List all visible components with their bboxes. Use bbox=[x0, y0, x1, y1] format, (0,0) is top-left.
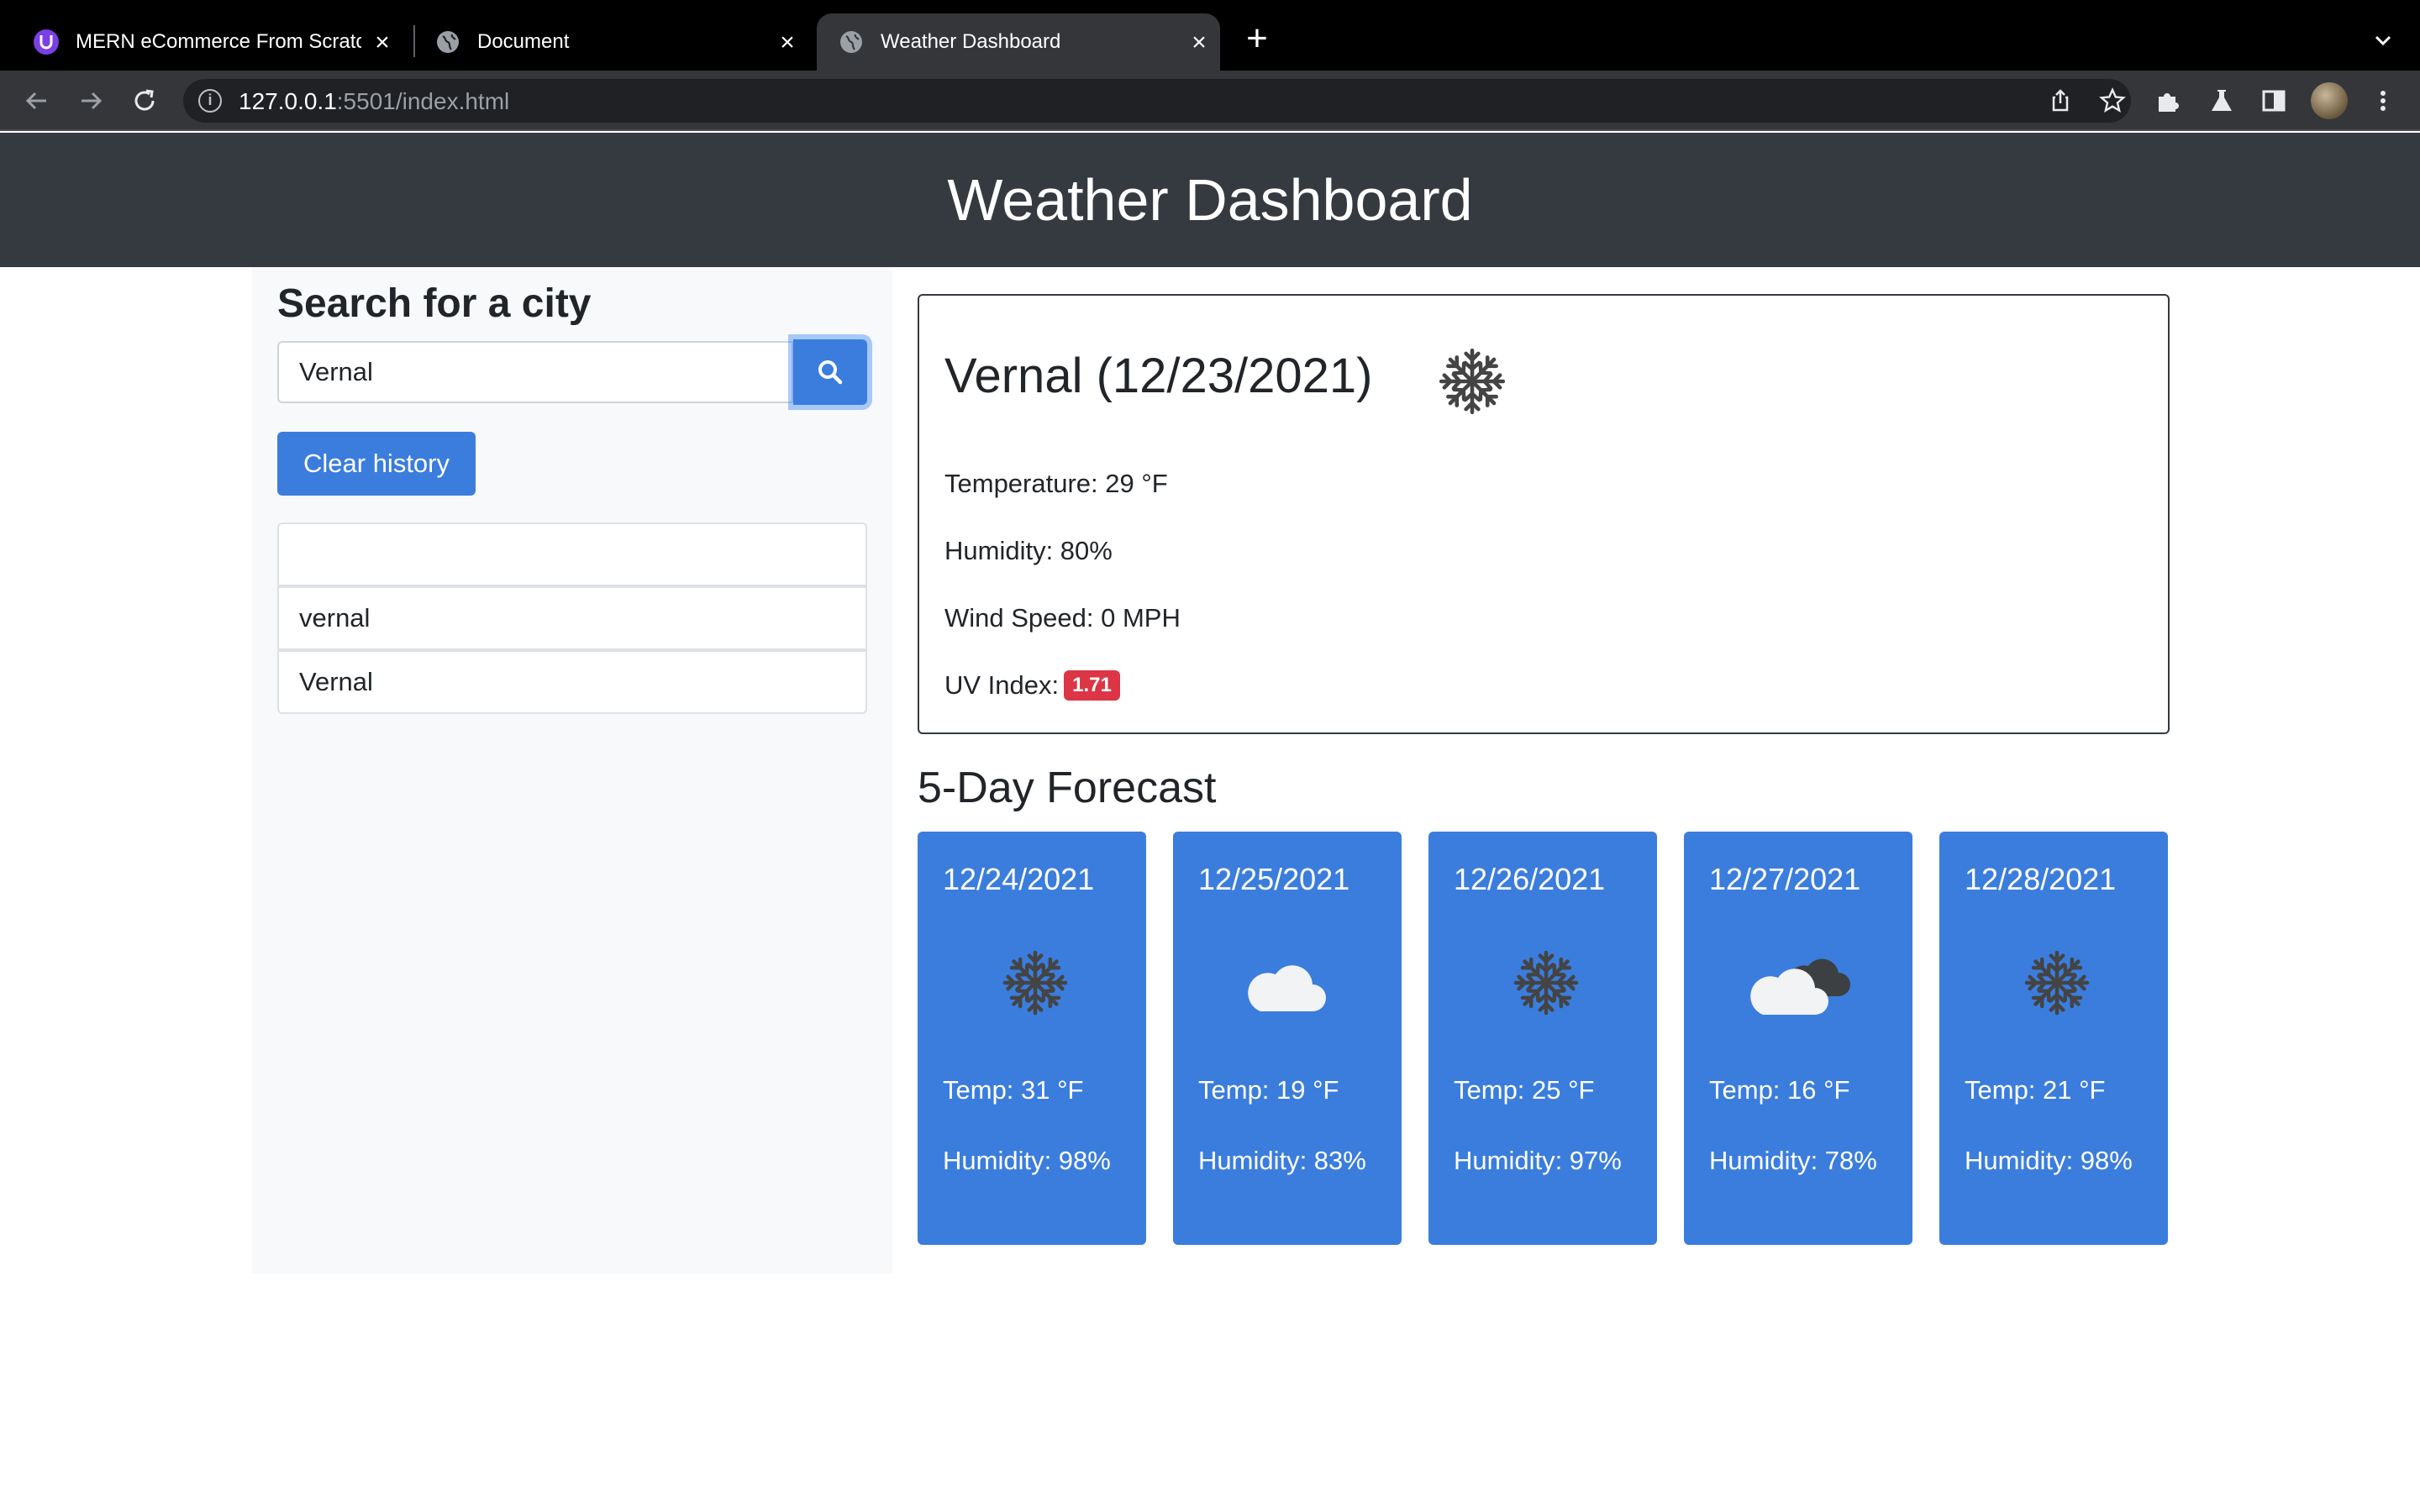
share-icon[interactable] bbox=[2047, 87, 2074, 114]
forecast-heading: 5-Day Forecast bbox=[918, 764, 1217, 812]
history-item[interactable]: Vernal bbox=[277, 650, 867, 714]
search-icon bbox=[818, 360, 843, 385]
forecast-humidity: Humidity: 98% bbox=[1965, 1146, 2133, 1175]
tab-title: Document bbox=[477, 30, 570, 53]
history-item[interactable]: vernal bbox=[277, 586, 867, 650]
uv-badge: 1.71 bbox=[1064, 670, 1120, 701]
forecast-card: 12/24/2021 Temp: 31 °F Humidity: 98% bbox=[918, 832, 1146, 1245]
forecast-date: 12/28/2021 bbox=[1965, 862, 2117, 896]
search-sidebar: Search for a city Vernal Clear history v… bbox=[252, 267, 892, 1273]
forecast-card: 12/28/2021 Temp: 21 °F Humidity: 98% bbox=[1939, 832, 2168, 1245]
tab-title: Weather Dashboard bbox=[881, 30, 1061, 53]
current-wind-speed: Wind Speed: 0 MPH bbox=[944, 603, 1181, 633]
extensions-puzzle-icon[interactable] bbox=[2151, 84, 2185, 118]
clear-history-button[interactable]: Clear history bbox=[277, 432, 476, 496]
search-history-list: vernal Vernal bbox=[277, 522, 867, 714]
current-uv-index: UV Index: 1.71 bbox=[944, 670, 1120, 701]
forecast-temp: Temp: 21 °F bbox=[1965, 1075, 2106, 1105]
current-weather-card: Vernal (12/23/2021) Temperature: 29 °F H… bbox=[918, 294, 2170, 734]
snow-icon bbox=[1990, 941, 2116, 1025]
udemy-favicon-icon bbox=[34, 29, 59, 55]
snow-icon bbox=[968, 941, 1094, 1025]
current-humidity: Humidity: 80% bbox=[944, 536, 1113, 565]
tab-weather-dashboard[interactable]: Weather Dashboard × bbox=[817, 13, 1220, 71]
forecast-temp: Temp: 25 °F bbox=[1454, 1075, 1595, 1105]
back-arrow-icon[interactable] bbox=[18, 82, 55, 119]
tab-mern-ecommerce[interactable]: MERN eCommerce From Scratch × bbox=[34, 13, 403, 71]
forecast-date: 12/27/2021 bbox=[1709, 862, 1861, 896]
bookmark-star-icon[interactable] bbox=[2099, 87, 2126, 114]
tab-document[interactable]: Document × bbox=[435, 13, 808, 71]
tab-close-icon[interactable]: × bbox=[370, 30, 395, 55]
forecast-humidity: Humidity: 98% bbox=[943, 1146, 1111, 1175]
tab-title: MERN eCommerce From Scratch bbox=[76, 30, 361, 53]
tab-close-icon[interactable]: × bbox=[1186, 30, 1212, 55]
forecast-temp: Temp: 19 °F bbox=[1198, 1075, 1339, 1105]
new-tab-icon[interactable]: + bbox=[1240, 20, 1274, 57]
forecast-temp: Temp: 16 °F bbox=[1709, 1075, 1850, 1105]
uv-label: UV Index: bbox=[944, 670, 1060, 700]
forecast-date: 12/25/2021 bbox=[1198, 862, 1350, 896]
cloud-icon bbox=[1248, 965, 1326, 1011]
globe-icon bbox=[839, 29, 864, 55]
page-header: Weather Dashboard bbox=[0, 133, 2420, 267]
tab-close-icon[interactable]: × bbox=[775, 30, 800, 55]
url-text: 127.0.0.1:5501/index.html bbox=[239, 88, 510, 114]
address-bar[interactable]: i 127.0.0.1:5501/index.html bbox=[183, 79, 2131, 123]
forecast-temp: Temp: 31 °F bbox=[943, 1075, 1084, 1105]
forecast-card: 12/26/2021 Temp: 25 °F Humidity: 97% bbox=[1428, 832, 1657, 1245]
site-info-icon[interactable]: i bbox=[198, 89, 222, 113]
labs-flask-icon[interactable] bbox=[2205, 84, 2238, 118]
forecast-humidity: Humidity: 83% bbox=[1198, 1146, 1366, 1175]
current-temperature: Temperature: 29 °F bbox=[944, 469, 1168, 498]
forecast-humidity: Humidity: 97% bbox=[1454, 1146, 1622, 1175]
snow-icon bbox=[1434, 343, 1511, 420]
history-item[interactable] bbox=[277, 522, 867, 586]
forecast-date: 12/26/2021 bbox=[1454, 862, 1606, 896]
search-button[interactable] bbox=[793, 339, 867, 405]
forecast-date: 12/24/2021 bbox=[943, 862, 1095, 896]
search-heading: Search for a city bbox=[277, 281, 592, 326]
forecast-humidity: Humidity: 78% bbox=[1709, 1146, 1877, 1175]
forecast-card: 12/27/2021 Temp: 16 °F Humidity: 78% bbox=[1684, 832, 1912, 1245]
city-search-input[interactable]: Vernal bbox=[277, 341, 793, 403]
current-city-date: Vernal (12/23/2021) bbox=[944, 349, 1373, 403]
more-menu-icon[interactable] bbox=[2366, 84, 2400, 118]
tab-divider bbox=[413, 25, 415, 57]
globe-icon bbox=[435, 29, 460, 55]
chevron-down-icon[interactable] bbox=[2368, 25, 2398, 55]
reload-icon[interactable] bbox=[126, 82, 163, 119]
side-panel-icon[interactable] bbox=[2257, 84, 2291, 118]
snow-icon bbox=[1479, 941, 1605, 1025]
forward-arrow-icon[interactable] bbox=[72, 82, 109, 119]
page-title: Weather Dashboard bbox=[947, 167, 1473, 233]
browser-toolbar: i 127.0.0.1:5501/index.html bbox=[0, 71, 2420, 131]
profile-avatar[interactable] bbox=[2311, 82, 2348, 119]
forecast-card: 12/25/2021 Temp: 19 °F Humidity: 83% bbox=[1173, 832, 1402, 1245]
browser-tab-strip: MERN eCommerce From Scratch × Document ×… bbox=[0, 0, 2420, 71]
broken-clouds-icon bbox=[1750, 958, 1850, 1015]
